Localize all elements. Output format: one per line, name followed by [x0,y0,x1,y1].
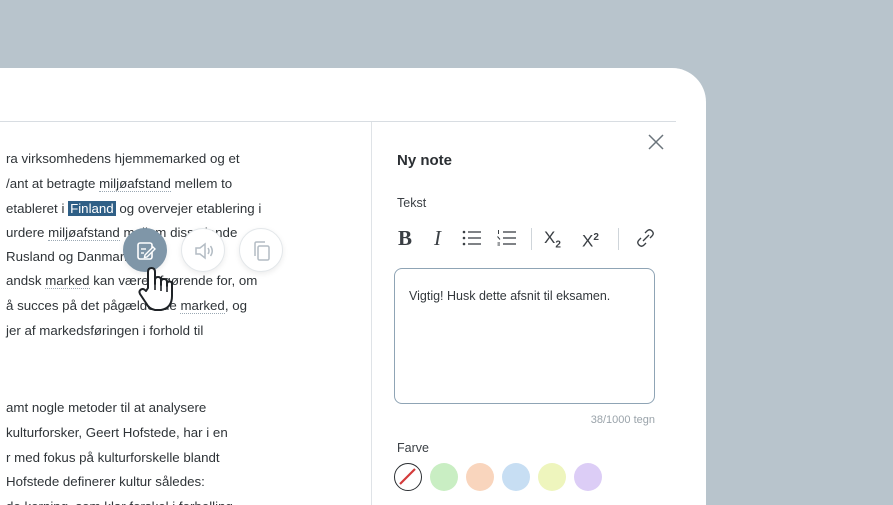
note-textarea[interactable]: Vigtig! Husk dette afsnit til eksamen. [394,268,655,404]
no-color-icon [399,468,416,485]
copy-icon [254,241,270,261]
speaker-icon [195,242,213,260]
color-swatch-blue[interactable] [502,463,530,491]
link-button[interactable] [634,226,656,250]
italic-button[interactable]: I [434,226,441,250]
reader-text-line: r med fokus på kulturforskelle blandt [6,451,220,464]
text-segment: Hofstede definerer kultur således: [6,474,205,489]
text-segment: kulturforsker, Geert Hofstede, har i en [6,425,228,440]
subscript-letter: X [544,228,556,247]
color-swatch-purple[interactable] [574,463,602,491]
reader-text-line: kulturforsker, Geert Hofstede, har i en [6,426,228,439]
glossary-term[interactable]: marked [45,273,90,289]
note-edit-icon [137,242,156,260]
read-aloud-button[interactable] [181,228,225,272]
color-label: Farve [397,441,429,455]
note-panel: Ny note Tekst B I X2 X2 Vigtig! Husk det… [372,122,676,505]
reader-text-line: /ant at betragte miljøafstand mellem to [6,176,233,192]
bullet-list-icon [462,230,481,246]
color-swatch-orange[interactable] [466,463,494,491]
subscript-button[interactable]: X2 [544,226,561,250]
superscript-button[interactable]: X2 [582,226,599,251]
toolbar-separator [531,228,532,250]
reader-text-line: andsk marked kan være afgørende for, om [6,273,257,289]
text-segment: amt nogle metoder til at analysere [6,400,207,415]
superscript-letter: X [582,231,594,251]
highlighted-word[interactable]: Finland [68,201,116,216]
character-counter: 38/1000 tegn [590,414,655,426]
text-segment: r med fokus på kulturforskelle blandt [6,450,220,465]
reader-text-line: de kerning, som klar forskel i forbellin… [6,500,233,505]
copy-button[interactable] [239,228,283,272]
note-title: Ny note [397,152,453,169]
text-segment: de kerning, som klar forskel i forbellin… [6,499,233,505]
bullet-list-button[interactable] [461,226,483,250]
color-swatch-yellow[interactable] [538,463,566,491]
reader-text-line: Hofstede definerer kultur således: [6,475,205,488]
text-segment: og overvejer etablering i [115,201,262,216]
text-label: Tekst [397,196,427,210]
reader-text-line: Rusland og Danmark [6,250,131,263]
bold-button[interactable]: B [398,226,412,250]
reader-text-line: etableret i Finland og overvejer etabler… [6,201,262,216]
text-segment: , og [224,298,247,313]
subscript-mark: 2 [555,239,561,251]
reader-pane: ra virksomhedens hjemmemarked og et/ant … [0,122,371,505]
color-swatches [394,463,614,493]
reader-text-line: amt nogle metoder til at analysere [6,401,206,414]
text-segment: mellem to [170,176,233,191]
numbered-list-icon [497,230,516,246]
format-toolbar: B I X2 X2 [394,226,664,251]
numbered-list-button[interactable] [496,226,518,250]
text-segment: ra virksomhedens hjemmemarked og et [6,151,240,166]
close-icon [648,134,664,150]
toolbar-separator [618,228,619,250]
glossary-term[interactable]: miljøafstand [99,176,171,192]
close-button[interactable] [646,132,666,152]
text-segment: jer af markedsføringen i forhold til [6,323,204,338]
reader-text-line: jer af markedsføringen i forhold til [6,324,203,337]
text-segment: /ant at betragte [6,176,100,191]
text-segment: Rusland og Danmark [6,249,131,264]
glossary-term[interactable]: marked [180,298,225,314]
text-segment: etableret i [6,201,69,216]
hand-cursor-icon [137,266,177,319]
reader-text-line: å succes på det pågældende marked, og [6,298,247,314]
link-icon [637,229,654,247]
glossary-term[interactable]: miljøafstand [48,225,120,241]
color-swatch-green[interactable] [430,463,458,491]
text-segment: andsk [6,273,46,288]
reader-text-line: ra virksomhedens hjemmemarked og et [6,152,240,165]
text-segment: urdere [6,225,49,240]
superscript-mark: 2 [593,232,599,243]
color-swatch-none[interactable] [394,463,422,491]
